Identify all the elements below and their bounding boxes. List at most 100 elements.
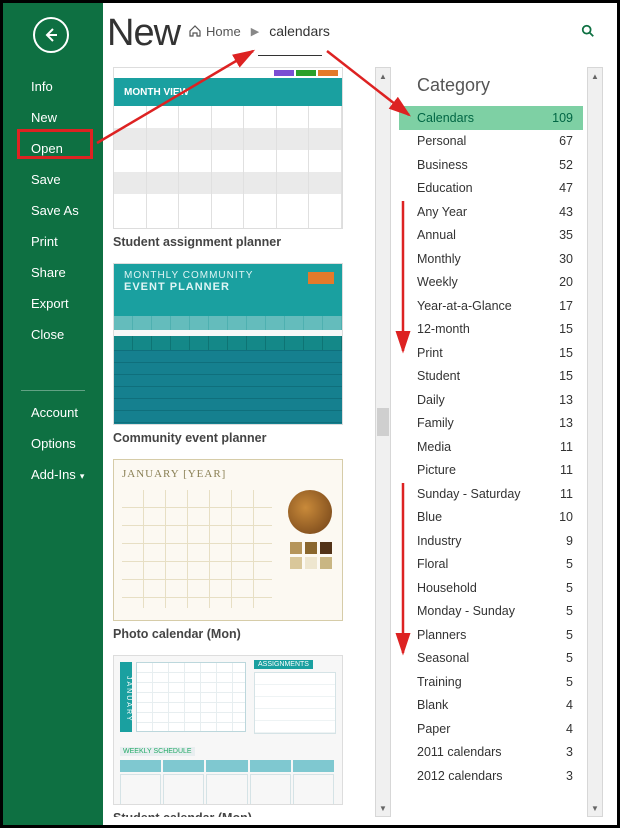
category-count: 30 (549, 252, 573, 266)
category-name: Paper (417, 722, 450, 736)
category-count: 9 (549, 534, 573, 548)
category-count: 5 (549, 675, 573, 689)
category-count: 11 (549, 487, 573, 501)
sidebar-item-share[interactable]: Share (3, 257, 103, 288)
category-row[interactable]: Year-at-a-Glance17 (399, 294, 583, 318)
sidebar-item-saveas[interactable]: Save As (3, 195, 103, 226)
thumb2-line2: EVENT PLANNER (124, 281, 332, 293)
template-thumbnail: MONTH VIEW (113, 67, 343, 229)
thumb4-ws-title: WEEKLY SCHEDULE (120, 747, 195, 756)
category-row[interactable]: Paper4 (399, 717, 583, 741)
templates-scrollbar[interactable]: ▲ ▼ (375, 67, 391, 817)
template-thumbnail: JANUARY [YEAR] (113, 459, 343, 621)
category-name: Student (417, 369, 460, 383)
category-row[interactable]: Student15 (399, 365, 583, 389)
scroll-thumb[interactable] (377, 408, 389, 436)
category-count: 11 (549, 463, 573, 477)
category-name: 2012 calendars (417, 769, 502, 783)
page-header: New Home ▶ (103, 3, 617, 59)
category-count: 20 (549, 275, 573, 289)
category-scrollbar[interactable]: ▲ ▼ (587, 67, 603, 817)
category-name: Family (417, 416, 454, 430)
category-name: Business (417, 158, 468, 172)
category-row[interactable]: Picture 11 (399, 459, 583, 483)
category-row[interactable]: 2012 calendars 3 (399, 764, 583, 788)
sidebar-item-account[interactable]: Account (3, 397, 103, 428)
category-count: 5 (549, 651, 573, 665)
category-count: 52 (549, 158, 573, 172)
back-arrow-icon (42, 26, 60, 44)
category-count: 35 (549, 228, 573, 242)
category-row[interactable]: Print15 (399, 341, 583, 365)
category-row[interactable]: Monday - Sunday5 (399, 600, 583, 624)
template-item[interactable]: MONTH VIEW Student assignment planner (113, 67, 375, 249)
category-name: Monthly (417, 252, 461, 266)
category-count: 3 (549, 769, 573, 783)
category-row[interactable]: Any Year43 (399, 200, 583, 224)
category-name: Print (417, 346, 443, 360)
sidebar-item-options[interactable]: Options (3, 428, 103, 459)
template-caption: Student calendar (Mon) (113, 811, 375, 817)
category-count: 5 (549, 557, 573, 571)
search-button[interactable] (579, 22, 597, 40)
thumb3-title: JANUARY [YEAR] (122, 468, 226, 480)
breadcrumb-sep-icon: ▶ (251, 25, 259, 38)
template-item[interactable]: JANUARY ASSIGNMENTS WEEKLY SCHEDULE Stud… (113, 655, 375, 817)
sidebar-item-close[interactable]: Close (3, 319, 103, 350)
template-caption: Photo calendar (Mon) (113, 627, 375, 641)
category-count: 13 (549, 416, 573, 430)
category-row[interactable]: Annual35 (399, 224, 583, 248)
category-row[interactable]: Education47 (399, 177, 583, 201)
category-name: Industry (417, 534, 461, 548)
search-box (269, 19, 549, 43)
search-input[interactable] (269, 23, 549, 39)
category-count: 17 (549, 299, 573, 313)
category-row[interactable]: Household5 (399, 576, 583, 600)
category-row[interactable]: Monthly 30 (399, 247, 583, 271)
category-name: Picture (417, 463, 456, 477)
category-row[interactable]: Daily13 (399, 388, 583, 412)
scroll-down-button[interactable]: ▼ (588, 800, 602, 816)
template-item[interactable]: JANUARY [YEAR] Photo calendar (Mon) (113, 459, 375, 641)
sidebar-item-save[interactable]: Save (3, 164, 103, 195)
category-row[interactable]: Blue10 (399, 506, 583, 530)
category-row[interactable]: Seasonal5 (399, 647, 583, 671)
sidebar-item-open[interactable]: Open (3, 133, 103, 164)
category-row[interactable]: 12-month15 (399, 318, 583, 342)
template-caption: Community event planner (113, 431, 375, 445)
category-row[interactable]: Business 52 (399, 153, 583, 177)
sidebar-item-info[interactable]: Info (3, 71, 103, 102)
category-count: 67 (549, 134, 573, 148)
category-row[interactable]: Sunday - Saturday11 (399, 482, 583, 506)
category-name: 2011 calendars (417, 745, 502, 759)
category-row[interactable]: Training5 (399, 670, 583, 694)
breadcrumb-home[interactable]: Home (206, 24, 241, 39)
category-row[interactable]: Blank4 (399, 694, 583, 718)
scroll-up-button[interactable]: ▲ (376, 68, 390, 84)
category-row[interactable]: Personal67 (399, 130, 583, 154)
template-item[interactable]: MONTHLY COMMUNITY EVENT PLANNER Communit… (113, 263, 375, 445)
sidebar-item-new[interactable]: New (3, 102, 103, 133)
category-row[interactable]: Weekly 20 (399, 271, 583, 295)
category-name: Daily (417, 393, 445, 407)
template-caption: Student assignment planner (113, 235, 375, 249)
category-row[interactable]: Industry 9 (399, 529, 583, 553)
home-icon[interactable] (188, 24, 202, 38)
category-name: Weekly (417, 275, 458, 289)
category-count: 43 (549, 205, 573, 219)
category-row[interactable]: Floral5 (399, 553, 583, 577)
category-row[interactable]: Calendars109 (399, 106, 583, 130)
template-results: MONTH VIEW Student assignment planner MO… (113, 67, 375, 817)
category-row[interactable]: Family 13 (399, 412, 583, 436)
scroll-up-button[interactable]: ▲ (588, 68, 602, 84)
sidebar-item-addins[interactable]: Add-Ins (3, 459, 103, 490)
category-row[interactable]: Media11 (399, 435, 583, 459)
sidebar-item-print[interactable]: Print (3, 226, 103, 257)
category-row[interactable]: 2011 calendars3 (399, 741, 583, 765)
category-count: 5 (549, 628, 573, 642)
sidebar-item-export[interactable]: Export (3, 288, 103, 319)
scroll-down-button[interactable]: ▼ (376, 800, 390, 816)
back-button[interactable] (33, 17, 69, 53)
category-row[interactable]: Planners5 (399, 623, 583, 647)
category-panel: Category Calendars109Personal67Business5… (399, 67, 583, 817)
